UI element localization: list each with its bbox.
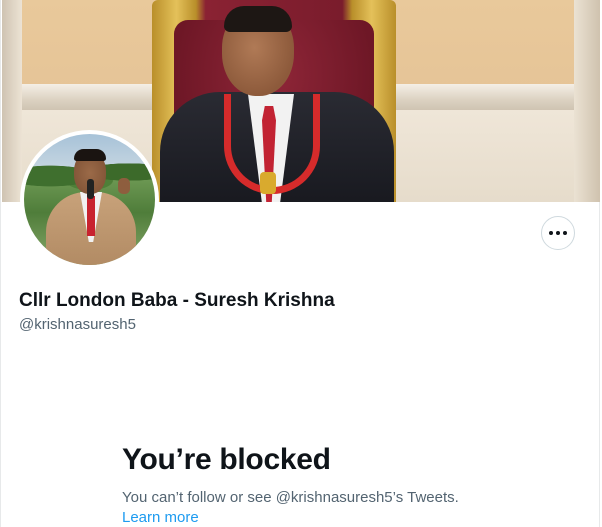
avatar[interactable] [20,130,159,269]
ellipsis-dot [549,231,553,235]
blocked-message: You can’t follow or see @krishnasuresh5’… [122,489,459,506]
ellipsis-icon [549,231,567,235]
banner-pillar-right [574,0,600,202]
avatar-microphone [87,179,94,199]
avatar-photo [24,134,155,265]
banner-person-medal [260,172,276,194]
profile-display-name: Cllr London Baba - Suresh Krishna [19,290,335,311]
banner-pillar-left [2,0,22,202]
more-options-button[interactable] [541,216,575,250]
blocked-title: You’re blocked [122,443,331,476]
avatar-person-tie [87,196,95,236]
ellipsis-dot [556,231,560,235]
profile-column: Cllr London Baba - Suresh Krishna @krish… [0,0,600,527]
avatar-person-hand [118,178,130,194]
profile-handle: @krishnasuresh5 [19,316,136,333]
avatar-person-hair [74,149,106,161]
banner-person-hair [224,6,292,32]
learn-more-link[interactable]: Learn more [122,509,199,526]
ellipsis-dot [563,231,567,235]
